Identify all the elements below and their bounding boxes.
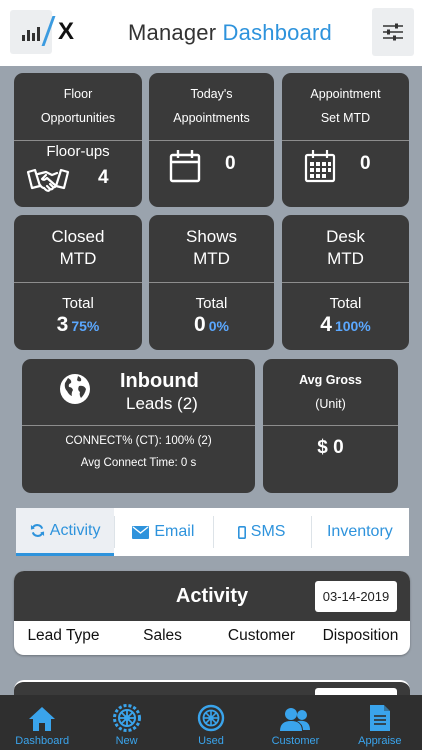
calendar-icon (169, 150, 201, 183)
handshake-icon (26, 168, 70, 192)
nav-appraise-label: Appraise (358, 735, 402, 747)
tile-shows-mtd[interactable]: Shows MTD Total 0 0% (149, 215, 274, 350)
tile-avg-gross[interactable]: Avg Gross (Unit) $ 0 (263, 359, 398, 493)
envelope-icon (132, 525, 150, 539)
activity-date-picker[interactable]: 03-14-2019 (315, 581, 397, 612)
desk-total-count: 4 (320, 313, 332, 336)
closed-total-percent: 75% (71, 318, 100, 334)
nav-dashboard[interactable]: Dashboard (0, 695, 84, 750)
desk-total: 4 100% (282, 313, 409, 339)
inbound-title: Inbound (120, 370, 199, 392)
nav-dashboard-label: Dashboard (15, 735, 70, 747)
activity-column-headers: Lead Type Sales Customer Disposition (14, 621, 410, 651)
tab-inventory-label: Inventory (326, 523, 393, 540)
nav-appraise[interactable]: Appraise (338, 695, 422, 750)
tire-icon (112, 704, 141, 732)
sliders-icon (383, 23, 403, 41)
tile-heading-line1: Closed (51, 227, 105, 246)
tab-email-label: Email (154, 523, 195, 540)
refresh-icon (30, 523, 45, 538)
page-title: Manager Dashboard (128, 20, 332, 46)
home-icon (29, 707, 56, 731)
closed-total: 3 75% (14, 313, 142, 339)
bottom-navigation: Dashboard New Used Customer Appraise (0, 695, 422, 750)
shows-total-percent: 0% (208, 318, 229, 334)
column-lead-type[interactable]: Lead Type (14, 627, 113, 645)
tab-sms-label: SMS (250, 523, 286, 540)
nav-new[interactable]: New (84, 695, 168, 750)
closed-total-count: 3 (56, 313, 69, 336)
activity-header: Activity 03-14-2019 (14, 571, 410, 621)
tile-heading-line1: Appointment (310, 87, 381, 101)
document-icon (369, 705, 390, 731)
appointment-set-value: 0 (360, 153, 371, 174)
tile-floor-opportunities[interactable]: Floor Opportunities Floor-ups 4 (14, 73, 142, 207)
tile-heading-line1: Today's (190, 87, 233, 101)
tile-heading-line1: Floor (63, 87, 93, 101)
tile-heading-line2: MTD (193, 249, 230, 268)
column-disposition[interactable]: Disposition (311, 627, 410, 645)
tile-heading-line1: Shows (185, 227, 238, 246)
total-label: Total (329, 295, 362, 312)
connect-percent: CONNECT% (CT): 100% (2) (65, 435, 212, 447)
page-title-accent: Dashboard (222, 20, 332, 45)
column-sales[interactable]: Sales (113, 627, 212, 645)
tile-closed-mtd[interactable]: Closed MTD Total 3 75% (14, 215, 142, 350)
tile-heading-line1: Desk (326, 227, 365, 246)
tab-inventory[interactable]: Inventory (310, 508, 409, 556)
tab-sms[interactable]: SMS (212, 508, 311, 556)
calendar-grid-icon (304, 150, 336, 183)
desk-total-percent: 100% (334, 318, 371, 334)
tile-inbound-leads[interactable]: Inbound Leads (2) CONNECT% (CT): 100% (2… (22, 359, 255, 493)
tile-heading-line2: MTD (327, 249, 364, 268)
tile-heading-line2: Set MTD (320, 111, 371, 125)
total-label: Total (195, 295, 228, 312)
total-label: Total (62, 295, 94, 312)
floor-ups-label: Floor-ups (46, 143, 110, 160)
shows-total: 0 0% (149, 313, 274, 339)
page-title-plain: Manager (128, 20, 217, 45)
activity-card: Activity 03-14-2019 Lead Type Sales Cust… (14, 571, 410, 655)
settings-button[interactable] (372, 8, 414, 56)
avg-gross-line1: Avg Gross (299, 373, 362, 387)
tile-heading-line2: MTD (59, 249, 97, 268)
tile-todays-appointments[interactable]: Today's Appointments 0 (149, 73, 274, 207)
globe-icon (60, 374, 90, 404)
shows-total-count: 0 (194, 313, 206, 336)
nav-used-label: Used (198, 735, 224, 747)
avg-connect-time: Avg Connect Time: 0 s (80, 457, 197, 469)
tab-bar: Activity Email SMS Inventory (16, 508, 409, 556)
tile-appointment-set-mtd[interactable]: Appointment Set MTD 0 (282, 73, 409, 207)
todays-appointments-value: 0 (225, 153, 236, 174)
column-customer[interactable]: Customer (212, 627, 311, 645)
inbound-subtitle: Leads (2) (126, 394, 198, 413)
nav-used[interactable]: Used (169, 695, 253, 750)
tile-desk-mtd[interactable]: Desk MTD Total 4 100% (282, 215, 409, 350)
tab-activity-label: Activity (49, 521, 101, 539)
nav-customer-label: Customer (271, 735, 320, 747)
tile-heading-line2: Opportunities (40, 111, 116, 125)
users-icon (280, 708, 311, 731)
avg-gross-value: $ 0 (317, 437, 344, 458)
nav-customer[interactable]: Customer (253, 695, 337, 750)
tab-email[interactable]: Email (114, 508, 212, 556)
nav-new-label: New (115, 735, 138, 747)
app-header: X Manager Dashboard (0, 0, 422, 66)
floor-ups-value: 4 (98, 167, 109, 188)
avg-gross-line2: (Unit) (315, 397, 346, 411)
tab-activity[interactable]: Activity (16, 508, 115, 556)
tile-heading-line2: Appointments (173, 111, 250, 125)
brand-logo: X (58, 18, 75, 45)
mobile-icon (237, 525, 246, 539)
tire-outline-icon (197, 704, 225, 732)
